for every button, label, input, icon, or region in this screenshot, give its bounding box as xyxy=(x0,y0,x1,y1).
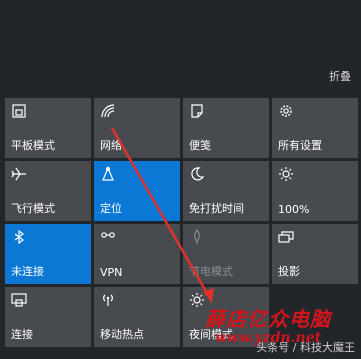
vpn-icon xyxy=(100,229,116,245)
connect-icon xyxy=(11,292,27,308)
tile-notes[interactable]: 便笺 xyxy=(183,98,269,158)
network-icon xyxy=(100,103,116,119)
project-icon xyxy=(278,229,294,245)
tile-label: 100% xyxy=(278,203,310,216)
tablet-mode-icon xyxy=(11,103,27,119)
location-icon xyxy=(100,166,116,182)
tile-label: VPN xyxy=(100,266,123,279)
tile-label: 未连接 xyxy=(11,265,44,278)
tile-label: 投影 xyxy=(278,265,300,278)
tile-battery-saver[interactable]: 节电模式 xyxy=(183,224,269,284)
tile-all-settings[interactable]: 所有设置 xyxy=(272,98,358,158)
collapse-button[interactable]: 折叠 xyxy=(329,68,351,84)
moon-icon xyxy=(189,166,205,182)
tile-label: 平板模式 xyxy=(11,139,55,152)
tile-bluetooth[interactable]: 未连接 xyxy=(5,224,91,284)
tile-label: 定位 xyxy=(100,202,122,215)
hotspot-icon xyxy=(100,292,116,308)
tile-network[interactable]: 网络 xyxy=(94,98,180,158)
tile-label: 飞行模式 xyxy=(11,202,55,215)
gear-icon xyxy=(278,103,294,119)
tile-brightness[interactable]: 100% xyxy=(272,161,358,221)
tile-location[interactable]: 定位 xyxy=(94,161,180,221)
bluetooth-icon xyxy=(11,229,27,245)
tile-label: 网络 xyxy=(100,139,122,152)
tile-mobile-hotspot[interactable]: 移动热点 xyxy=(94,287,180,347)
tile-tablet-mode[interactable]: 平板模式 xyxy=(5,98,91,158)
tile-quiet-hours[interactable]: 免打扰时间 xyxy=(183,161,269,221)
note-icon xyxy=(189,103,205,119)
battery-saver-icon xyxy=(189,229,205,245)
tile-vpn[interactable]: VPN xyxy=(94,224,180,284)
tile-airplane-mode[interactable]: 飞行模式 xyxy=(5,161,91,221)
tile-label: 节电模式 xyxy=(189,265,233,278)
tile-connect[interactable]: 连接 xyxy=(5,287,91,347)
brightness-icon xyxy=(278,166,294,182)
tile-label: 连接 xyxy=(11,328,33,341)
airplane-icon xyxy=(11,166,27,182)
tile-label: 免打扰时间 xyxy=(189,202,244,215)
tile-label: 所有设置 xyxy=(278,139,322,152)
watermark-text: 薛店亿众电脑 xyxy=(205,307,331,331)
tile-label: 便笺 xyxy=(189,139,211,152)
night-light-icon xyxy=(189,292,205,308)
tile-label: 移动热点 xyxy=(100,328,144,341)
tile-project[interactable]: 投影 xyxy=(272,224,358,284)
source-tag: 头条号 / 科技大魔王 xyxy=(256,341,355,354)
